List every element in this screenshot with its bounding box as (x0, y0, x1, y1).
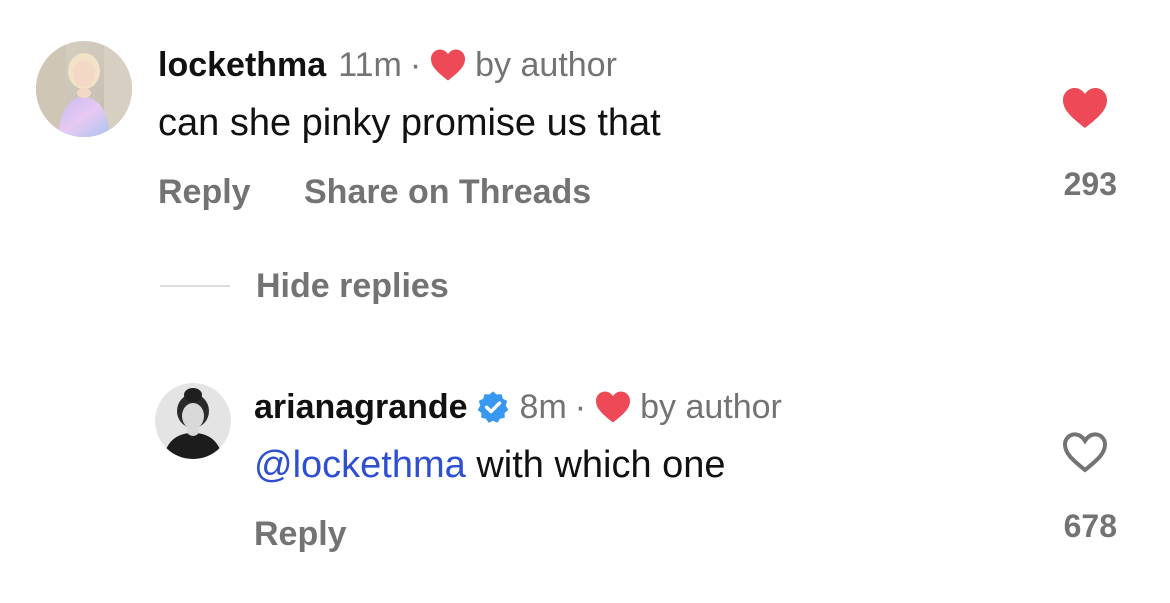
comment-header: lockethma 11m · by author (158, 45, 617, 85)
hide-replies-button[interactable]: Hide replies (256, 266, 449, 306)
reply-username[interactable]: arianagrande (254, 387, 468, 427)
liked-by-author-label: by author (640, 388, 782, 426)
separator-dot: · (409, 46, 422, 84)
comment-text: can she pinky promise us that (158, 102, 661, 144)
reply-like-count: 678 (1063, 508, 1117, 544)
comment-reply-button[interactable]: Reply (158, 172, 251, 212)
reply-text: @lockethma with which one (254, 443, 726, 487)
reply-header: arianagrande 8m · by author (254, 387, 782, 427)
reply-reply-button[interactable]: Reply (254, 514, 347, 554)
verified-badge-icon (477, 391, 508, 423)
comment-time: 11m (338, 46, 402, 84)
replies-divider (160, 285, 230, 287)
reply-time: 8m (519, 388, 567, 426)
comment-like-count: 293 (1063, 166, 1117, 202)
reply-avatar[interactable] (155, 383, 231, 459)
heart-filled-icon (431, 49, 466, 81)
liked-by-author-label: by author (475, 46, 617, 84)
comment-username[interactable]: lockethma (158, 45, 326, 85)
reply-like-heart-outline-icon[interactable] (1061, 430, 1109, 474)
comment-like-heart-filled-icon[interactable] (1061, 86, 1109, 130)
heart-filled-icon (596, 391, 631, 423)
share-on-threads-button[interactable]: Share on Threads (304, 172, 591, 212)
comment-avatar[interactable] (36, 41, 132, 137)
separator-dot: · (574, 388, 587, 426)
reply-body: with which one (465, 444, 726, 486)
mention-link[interactable]: @lockethma (254, 444, 466, 486)
user-avatar-icon (36, 41, 132, 137)
user-avatar-icon (155, 383, 231, 459)
